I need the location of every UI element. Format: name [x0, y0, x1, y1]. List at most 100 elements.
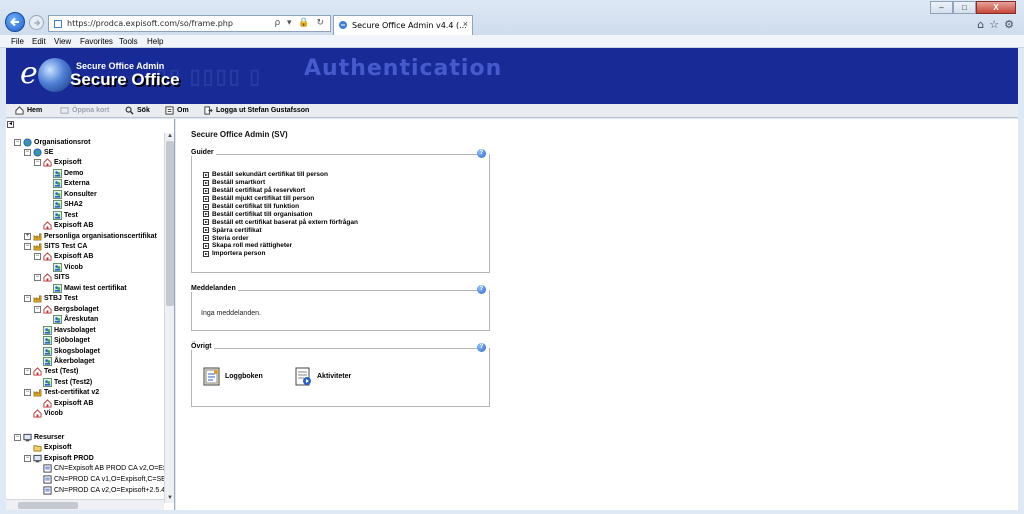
- back-button[interactable]: [5, 12, 25, 32]
- guide-link[interactable]: Beställ certifikat till funktion: [203, 203, 358, 211]
- tree-node[interactable]: − Expisoft PROD: [24, 453, 94, 463]
- collapse-node-icon[interactable]: −: [24, 454, 31, 462]
- home-icon: [15, 106, 24, 115]
- scroll-up-icon[interactable]: ▲: [165, 133, 174, 141]
- menu-edit[interactable]: Edit: [32, 37, 46, 46]
- logbook-link[interactable]: Loggboken: [203, 367, 263, 386]
- guide-link[interactable]: Beställ smartkort: [203, 179, 358, 187]
- tab-close-icon[interactable]: ×: [463, 19, 468, 29]
- tree-node[interactable]: − STBJ Test: [24, 294, 78, 304]
- home-button[interactable]: Hem: [15, 106, 42, 115]
- help-icon[interactable]: ?: [477, 343, 486, 352]
- tree-node-label: CN=PROD CA v2,O=Expisoft+2.5.4.97: [54, 486, 175, 494]
- address-tools[interactable]: ρ ▾ 🔒 ↻: [274, 18, 326, 28]
- forward-button[interactable]: [29, 15, 44, 30]
- guide-link[interactable]: Spärra certifikat: [203, 226, 358, 234]
- tree-node[interactable]: Åreskutan: [44, 315, 98, 325]
- collapse-panel-icon[interactable]: ◂: [7, 121, 14, 128]
- activities-link[interactable]: Aktiviteter: [295, 367, 351, 386]
- tree-vertical-scrollbar[interactable]: ▲ ▼: [164, 133, 174, 503]
- tree-node[interactable]: − Bergsbolaget: [34, 304, 99, 314]
- collapse-node-icon[interactable]: −: [34, 253, 41, 261]
- tree-node[interactable]: Havsbolaget: [34, 325, 96, 335]
- scroll-thumb[interactable]: [166, 141, 174, 306]
- open-card-button[interactable]: Öppna kort: [60, 106, 109, 115]
- logout-button[interactable]: Logga ut Stefan Gustafsson: [204, 106, 309, 115]
- collapse-node-icon[interactable]: −: [14, 433, 21, 441]
- favorites-star-icon[interactable]: ☆: [989, 18, 999, 31]
- tree-node-label: SITS: [54, 274, 70, 282]
- tree-node[interactable]: Vicob: [24, 409, 63, 419]
- tree-node[interactable]: Expisoft AB: [34, 221, 93, 231]
- menu-tools[interactable]: Tools: [119, 37, 138, 46]
- browser-icons: ⌂ ☆ ⚙: [977, 18, 1014, 31]
- tree-node[interactable]: CN=PROD CA v2,O=Expisoft+2.5.4.97: [34, 485, 175, 495]
- menu-view[interactable]: View: [54, 37, 71, 46]
- tree-node-label: Expisoft AB: [54, 222, 94, 230]
- expand-node-icon[interactable]: +: [24, 232, 31, 240]
- collapse-node-icon[interactable]: −: [34, 159, 41, 167]
- address-bar[interactable]: https://prodca.expisoft.com/so/frame.php…: [48, 15, 331, 32]
- tree-node[interactable]: − Test (Test): [24, 367, 78, 377]
- url-text[interactable]: https://prodca.expisoft.com/so/frame.php: [67, 19, 233, 28]
- tree-horizontal-scrollbar[interactable]: [6, 499, 164, 510]
- menu-help[interactable]: Help: [147, 37, 163, 46]
- maximize-button[interactable]: □: [953, 1, 976, 14]
- about-button[interactable]: Om: [165, 106, 189, 115]
- settings-gear-icon[interactable]: ⚙: [1004, 18, 1014, 31]
- tree-node[interactable]: − SITS: [34, 273, 70, 283]
- home-icon[interactable]: ⌂: [977, 18, 984, 31]
- people-icon: [43, 325, 52, 335]
- tree-node[interactable]: Externa: [44, 179, 90, 189]
- tree-node[interactable]: Test (Test2): [34, 377, 92, 387]
- guide-link[interactable]: Beställ ett certifikat baserat på extern…: [203, 218, 358, 226]
- collapse-node-icon[interactable]: −: [34, 305, 41, 313]
- tree-node[interactable]: CN=Expisoft AB PROD CA v2,O=Expisoft: [34, 464, 174, 474]
- tree-node[interactable]: Demo: [44, 168, 83, 178]
- collapse-node-icon[interactable]: −: [24, 389, 31, 397]
- tree-node[interactable]: Konsulter: [44, 189, 97, 199]
- guide-link[interactable]: Skapa roll med rättigheter: [203, 242, 358, 250]
- tree-node[interactable]: Skogsbolaget: [34, 346, 100, 356]
- search-button[interactable]: Sök: [125, 106, 150, 115]
- tree-node[interactable]: − Organisationsrot: [14, 137, 90, 147]
- collapse-node-icon[interactable]: −: [14, 138, 21, 146]
- guide-link[interactable]: Beställ mjukt certifikat till person: [203, 195, 358, 203]
- people-icon: [53, 168, 62, 178]
- tree-node[interactable]: − SE: [24, 147, 53, 157]
- tree-node[interactable]: − Expisoft AB: [34, 252, 93, 262]
- guide-link[interactable]: Importera person: [203, 250, 358, 258]
- collapse-node-icon[interactable]: −: [34, 274, 41, 282]
- tree-node[interactable]: Mawi test certifikat: [44, 283, 127, 293]
- menu-file[interactable]: File: [11, 37, 24, 46]
- scroll-down-icon[interactable]: ▼: [165, 495, 174, 503]
- tree-node[interactable]: Test: [44, 210, 78, 220]
- collapse-node-icon[interactable]: −: [24, 243, 31, 250]
- menu-favorites[interactable]: Favorites: [80, 37, 113, 46]
- tree-node[interactable]: Åkerbolaget: [34, 356, 94, 366]
- tree-node[interactable]: Sjöbolaget: [34, 336, 90, 346]
- tree-node[interactable]: Vicob: [44, 262, 83, 272]
- hscroll-thumb[interactable]: [18, 502, 78, 509]
- tree-node[interactable]: − Test-certifikat v2: [24, 388, 99, 398]
- help-icon[interactable]: ?: [477, 285, 486, 294]
- guide-link[interactable]: Beställ certifikat på reservkort: [203, 187, 358, 195]
- tree-node[interactable]: − Expisoft: [34, 158, 82, 168]
- tree-node[interactable]: SHA2: [44, 200, 83, 210]
- tree-node[interactable]: CN=PROD CA v1,O=Expisoft,C=SE: [34, 474, 166, 484]
- tree-node[interactable]: − Resurser: [14, 432, 64, 442]
- tree-node[interactable]: + Personliga organisationscertifikat: [24, 231, 157, 241]
- tree-node[interactable]: − SITS Test CA: [24, 242, 87, 252]
- collapse-node-icon[interactable]: −: [24, 368, 31, 376]
- guide-link[interactable]: Beställ certifikat till organisation: [203, 210, 358, 218]
- close-window-button[interactable]: X: [976, 1, 1016, 14]
- collapse-node-icon[interactable]: −: [24, 148, 31, 156]
- tree-node[interactable]: Expisoft AB: [34, 398, 93, 408]
- tab-secure-office[interactable]: Secure Office Admin v4.4 (... ×: [333, 15, 473, 35]
- guide-link[interactable]: Beställ sekundärt certifikat till person: [203, 171, 358, 179]
- minimize-button[interactable]: –: [930, 1, 953, 14]
- help-icon[interactable]: ?: [477, 149, 486, 158]
- guide-link[interactable]: Steria order: [203, 234, 358, 242]
- tree-node[interactable]: Expisoft: [24, 443, 72, 453]
- collapse-node-icon[interactable]: −: [24, 295, 31, 303]
